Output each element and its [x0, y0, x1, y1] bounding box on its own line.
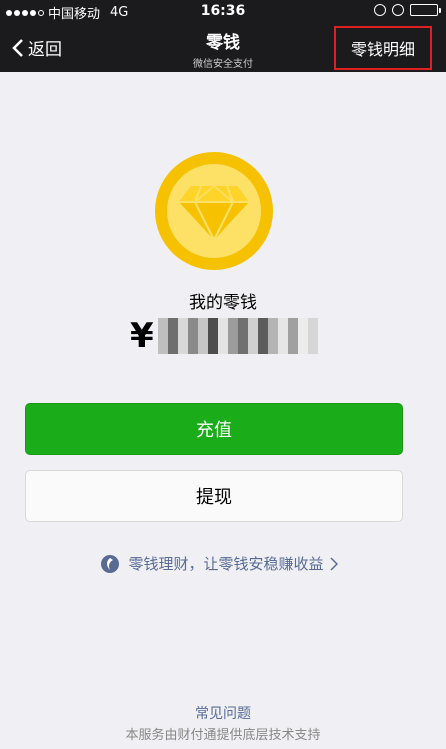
balance-amount: ¥ [130, 316, 318, 356]
alarm-icon [392, 4, 404, 16]
balance-label: 我的零钱 [189, 293, 257, 313]
nav-bar: 返回 零钱 微信安全支付 零钱明细 [0, 22, 446, 72]
rotation-lock-icon [374, 4, 386, 16]
withdraw-button[interactable]: 提现 [25, 470, 403, 522]
wallet-finance-icon [101, 554, 120, 573]
currency-symbol: ¥ [130, 316, 154, 356]
faq-link[interactable]: 常见问题 [0, 703, 446, 723]
balance-detail-button[interactable]: 零钱明细 [334, 26, 432, 70]
status-bar: 中国移动 4G 16:36 [0, 0, 446, 22]
diamond-coin-icon [155, 152, 273, 270]
footer-note: 本服务由财付通提供底层技术支持 [125, 728, 321, 743]
status-right [374, 4, 441, 16]
battery-icon [410, 4, 441, 16]
recharge-button[interactable]: 充值 [25, 403, 403, 455]
finance-link[interactable]: 零钱理财，让零钱安稳赚收益 [0, 553, 446, 574]
finance-link-text: 零钱理财，让零钱安稳赚收益 [128, 555, 324, 573]
blurred-amount [157, 318, 318, 354]
chevron-right-icon [329, 556, 338, 571]
